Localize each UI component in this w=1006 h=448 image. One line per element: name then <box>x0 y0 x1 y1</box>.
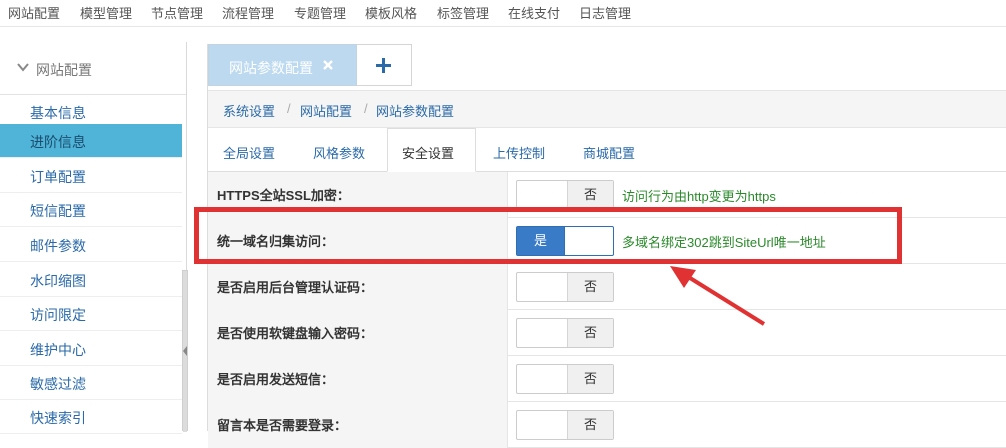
sidebar-item-label: 基本信息 <box>30 105 86 121</box>
tab-upload-control[interactable]: 上传控制 <box>493 143 545 162</box>
topnav-item-online-payment[interactable]: 在线支付 <box>508 3 560 22</box>
setting-row-unified-domain: 统一域名归集访问： 是 多域名绑定302跳到SiteUrl唯一地址 <box>208 218 1006 264</box>
breadcrumb-item-system-settings[interactable]: 系统设置 <box>223 101 275 120</box>
settings-tab-bar: 全局设置 风格参数 安全设置 上传控制 商城配置 <box>208 128 1006 172</box>
sidebar-group-label: 网站配置 <box>36 62 92 78</box>
chevron-down-icon <box>17 63 29 72</box>
sidebar-item-order-config[interactable]: 订单配置 <box>0 159 182 193</box>
toggle-value: 是 <box>517 227 565 255</box>
sidebar-item-label: 订单配置 <box>30 169 86 185</box>
setting-row-guestbook-login: 留言本是否需要登录： 否 <box>208 402 1006 448</box>
sidebar-group-header[interactable]: 网站配置 <box>0 42 186 95</box>
sidebar-item-label: 邮件参数 <box>30 238 86 254</box>
breadcrumb-separator: / <box>364 101 368 116</box>
toggle-value: 否 <box>567 181 613 209</box>
sidebar-item-advanced-info[interactable]: 进阶信息 <box>0 124 182 158</box>
sidebar-item-quick-index[interactable]: 快速索引 <box>0 400 182 434</box>
topnav-item-model-management[interactable]: 模型管理 <box>80 3 132 22</box>
topnav-item-workflow-management[interactable]: 流程管理 <box>222 3 274 22</box>
add-tab-button[interactable] <box>357 44 412 86</box>
setting-label: 是否启用发送短信： <box>217 372 335 387</box>
topnav-item-tag-management[interactable]: 标签管理 <box>437 3 489 22</box>
topnav-item-log-management[interactable]: 日志管理 <box>579 3 631 22</box>
setting-label-cell: 是否启用后台管理认证码： <box>208 264 508 310</box>
close-icon[interactable] <box>321 58 335 72</box>
setting-label: 统一域名归集访问： <box>217 234 335 249</box>
sidebar-item-sms-config[interactable]: 短信配置 <box>0 193 182 227</box>
unified-domain-toggle[interactable]: 是 <box>516 226 614 256</box>
toggle-value: 否 <box>567 365 613 393</box>
sidebar-item-label: 维护中心 <box>30 342 86 358</box>
tab-global-settings[interactable]: 全局设置 <box>223 143 275 162</box>
tab-style-params[interactable]: 风格参数 <box>313 143 365 162</box>
breadcrumb-item-site-params[interactable]: 网站参数配置 <box>376 101 454 120</box>
top-navigation: 网站配置 模型管理 节点管理 流程管理 专题管理 模板风格 标签管理 在线支付 … <box>0 0 1006 27</box>
sidebar-item-label: 敏感过滤 <box>30 376 86 392</box>
setting-hint: 访问行为由http变更为https <box>622 189 776 204</box>
breadcrumb: 系统设置 / 网站配置 / 网站参数配置 <box>208 90 1006 128</box>
https-ssl-toggle[interactable]: 否 <box>516 180 614 210</box>
setting-label-cell: 是否使用软键盘输入密码： <box>208 310 508 356</box>
sidebar-item-mail-params[interactable]: 邮件参数 <box>0 228 182 262</box>
toggle-value: 否 <box>567 319 613 347</box>
sidebar-item-sensitive-filter[interactable]: 敏感过滤 <box>0 366 182 400</box>
toggle-value: 否 <box>567 273 613 301</box>
sms-enable-toggle[interactable]: 否 <box>516 364 614 394</box>
setting-label: HTTPS全站SSL加密： <box>217 188 350 203</box>
sidebar-item-label: 进阶信息 <box>30 134 86 150</box>
breadcrumb-item-site-config[interactable]: 网站配置 <box>300 101 352 120</box>
setting-row-admin-auth-code: 是否启用后台管理认证码： 否 <box>208 264 1006 310</box>
plus-icon <box>376 58 391 73</box>
breadcrumb-separator: / <box>287 101 291 116</box>
sidebar-item-access-restriction[interactable]: 访问限定 <box>0 297 182 331</box>
collapse-left-icon[interactable] <box>183 346 188 356</box>
setting-label-cell: 留言本是否需要登录： <box>208 402 508 448</box>
setting-row-soft-keyboard: 是否使用软键盘输入密码： 否 <box>208 310 1006 356</box>
setting-label-cell: 统一域名归集访问： <box>208 218 508 264</box>
setting-hint: 多域名绑定302跳到SiteUrl唯一地址 <box>622 235 826 250</box>
setting-label: 是否启用后台管理认证码： <box>217 280 374 295</box>
setting-row-sms-enable: 是否启用发送短信： 否 <box>208 356 1006 402</box>
sidebar-item-label: 访问限定 <box>30 307 86 323</box>
sidebar-item-watermark-thumbnail[interactable]: 水印缩图 <box>0 263 182 297</box>
setting-label: 是否使用软键盘输入密码： <box>217 326 374 341</box>
topnav-item-site-config[interactable]: 网站配置 <box>8 3 60 22</box>
sidebar: 网站配置 基本信息 进阶信息 订单配置 短信配置 邮件参数 水印缩图 访问限定 … <box>0 42 188 434</box>
topnav-item-topic-management[interactable]: 专题管理 <box>294 3 346 22</box>
setting-label-cell: 是否启用发送短信： <box>208 356 508 402</box>
setting-label-cell: HTTPS全站SSL加密： <box>208 172 508 218</box>
setting-label: 留言本是否需要登录： <box>217 418 348 433</box>
soft-keyboard-toggle[interactable]: 否 <box>516 318 614 348</box>
topnav-item-template-style[interactable]: 模板风格 <box>365 3 417 22</box>
page-tab-label: 网站参数配置 <box>229 60 313 76</box>
guestbook-login-toggle[interactable]: 否 <box>516 410 614 440</box>
admin-auth-code-toggle[interactable]: 否 <box>516 272 614 302</box>
sidebar-item-label: 短信配置 <box>30 203 86 219</box>
page-tab-site-params[interactable]: 网站参数配置 <box>208 44 357 86</box>
topnav-item-node-management[interactable]: 节点管理 <box>151 3 203 22</box>
sidebar-item-maintenance-center[interactable]: 维护中心 <box>0 332 182 366</box>
tab-shop-config[interactable]: 商城配置 <box>583 143 635 162</box>
main-content: 网站参数配置 系统设置 / 网站配置 / 网站参数配置 全局设置 风格参数 安全… <box>207 44 1006 448</box>
toggle-value: 否 <box>567 411 613 439</box>
sidebar-item-label: 水印缩图 <box>30 273 86 289</box>
setting-row-https-ssl: HTTPS全站SSL加密： 否 访问行为由http变更为https <box>208 172 1006 218</box>
sidebar-item-label: 快速索引 <box>30 410 86 426</box>
tab-security-settings[interactable]: 安全设置 <box>402 143 454 162</box>
